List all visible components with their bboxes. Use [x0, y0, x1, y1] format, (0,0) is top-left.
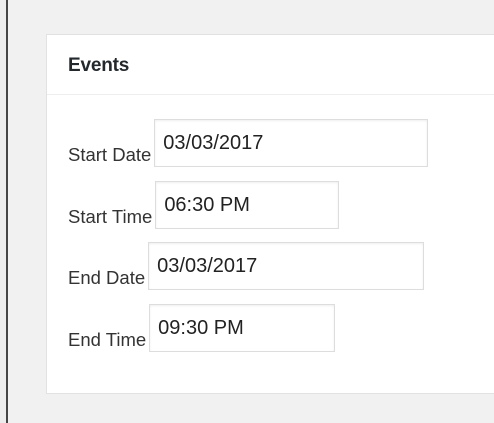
end-time-row: End Time 09:30 PM [68, 304, 336, 352]
events-meta-box: Events Start Date 03/03/2017 Start Time … [46, 34, 494, 394]
start-date-input[interactable]: 03/03/2017 [154, 119, 429, 167]
start-time-label: Start Time [68, 205, 153, 227]
end-time-label: End Time [68, 328, 147, 350]
start-time-row: Start Time 06:30 PM [68, 181, 340, 229]
start-date-row: Start Date 03/03/2017 [68, 119, 429, 167]
end-date-row: End Date 03/03/2017 [68, 242, 425, 290]
start-time-input[interactable]: 06:30 PM [155, 181, 340, 229]
events-meta-box-title: Events [68, 55, 130, 76]
end-date-input[interactable]: 03/03/2017 [148, 242, 425, 290]
events-meta-box-header: Events [47, 35, 494, 95]
admin-sidebar-edge [0, 0, 8, 423]
start-date-label: Start Date [68, 143, 152, 165]
end-date-label: End Date [68, 266, 146, 288]
end-time-input[interactable]: 09:30 PM [149, 304, 336, 352]
